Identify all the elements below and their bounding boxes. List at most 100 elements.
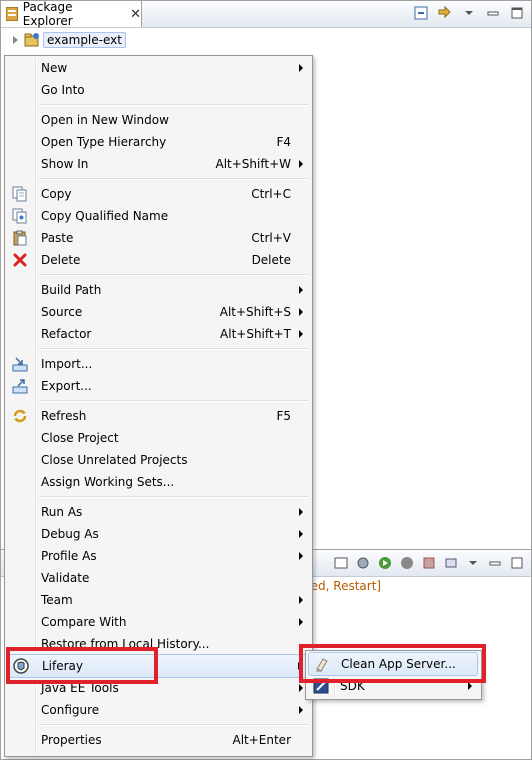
menu-item-paste[interactable]: Paste Ctrl+V xyxy=(7,227,309,249)
menu-item-shortcut: Ctrl+C xyxy=(251,187,291,201)
console-icon[interactable] xyxy=(333,555,349,571)
menu-item-source[interactable]: Source Alt+Shift+S xyxy=(7,301,309,323)
menu-separator xyxy=(39,724,309,726)
publish-icon[interactable] xyxy=(443,555,459,571)
submenu-arrow-icon xyxy=(299,618,303,626)
menu-item-label: Compare With xyxy=(41,615,127,629)
menu-item-label: Source xyxy=(41,305,83,319)
link-with-editor-icon[interactable] xyxy=(437,5,453,21)
menu-item-label: Properties xyxy=(41,733,102,747)
menu-item-copy[interactable]: Copy Ctrl+C xyxy=(7,183,309,205)
menu-item-label: Copy Qualified Name xyxy=(41,209,169,223)
menu-separator xyxy=(39,496,309,498)
console-maximize-icon[interactable] xyxy=(509,555,525,571)
view-title: Package Explorer xyxy=(22,0,73,28)
menu-item-label: Run As xyxy=(41,505,83,519)
menu-item-label: Paste xyxy=(41,231,74,245)
menu-item-label: Open in New Window xyxy=(41,113,169,127)
menu-item-shortcut: Delete xyxy=(251,253,291,267)
menu-item-validate[interactable]: Validate xyxy=(7,567,309,589)
menu-item-refactor[interactable]: Refactor Alt+Shift+T xyxy=(7,323,309,345)
menu-item-run-as[interactable]: Run As xyxy=(7,501,309,523)
submenu-arrow-icon xyxy=(299,286,303,294)
submenu-arrow-icon xyxy=(299,330,303,338)
menu-item-profile-as[interactable]: Profile As xyxy=(7,545,309,567)
profile-server-icon[interactable] xyxy=(399,555,415,571)
submenu-arrow-icon xyxy=(299,530,303,538)
console-toolbar xyxy=(333,555,525,571)
submenu-arrow-icon xyxy=(299,596,303,604)
menu-item-open-in-new-window[interactable]: Open in New Window xyxy=(7,109,309,131)
copy-qualified-icon xyxy=(12,208,27,224)
menu-separator xyxy=(39,274,309,276)
project-label[interactable]: example-ext xyxy=(43,32,126,48)
submenu-arrow-icon xyxy=(299,160,303,168)
submenu-arrow-icon xyxy=(299,684,303,692)
menu-item-label: Open Type Hierarchy xyxy=(41,135,167,149)
view-menu-icon[interactable] xyxy=(461,5,477,21)
menu-item-configure[interactable]: Configure xyxy=(7,699,309,721)
menu-item-label: Debug As xyxy=(41,527,99,541)
maximize-icon[interactable] xyxy=(509,5,525,21)
close-icon[interactable]: ✕ xyxy=(130,7,141,22)
menu-item-label: Show In xyxy=(41,157,89,171)
menu-item-assign-working-sets[interactable]: Assign Working Sets... xyxy=(7,471,309,493)
menu-item-properties[interactable]: Properties Alt+Enter xyxy=(7,729,309,751)
project-icon xyxy=(24,33,39,47)
menu-item-shortcut: Alt+Shift+T xyxy=(220,327,291,341)
minimize-icon[interactable] xyxy=(485,5,501,21)
import-icon xyxy=(12,357,28,372)
console-minimize-icon[interactable] xyxy=(487,555,503,571)
menu-item-export[interactable]: Export... xyxy=(7,375,309,397)
menu-item-open-type-hierarchy[interactable]: Open Type Hierarchy F4 xyxy=(7,131,309,153)
menu-item-label: Refactor xyxy=(41,327,92,341)
menu-separator xyxy=(39,178,309,180)
paste-icon xyxy=(13,230,27,246)
menu-item-label: Export... xyxy=(41,379,92,393)
menu-item-team[interactable]: Team xyxy=(7,589,309,611)
delete-icon xyxy=(13,253,27,267)
menu-item-delete[interactable]: Delete Delete xyxy=(7,249,309,271)
menu-item-build-path[interactable]: Build Path xyxy=(7,279,309,301)
menu-item-shortcut: Alt+Shift+S xyxy=(219,305,291,319)
menu-item-close-project[interactable]: Close Project xyxy=(7,427,309,449)
menu-item-debug-as[interactable]: Debug As xyxy=(7,523,309,545)
start-server-icon[interactable] xyxy=(377,555,393,571)
collapse-all-icon[interactable] xyxy=(413,5,429,21)
menu-item-show-in[interactable]: Show In Alt+Shift+W xyxy=(7,153,309,175)
submenu-arrow-icon xyxy=(299,552,303,560)
menu-item-refresh[interactable]: Refresh F5 xyxy=(7,405,309,427)
menu-separator xyxy=(39,104,309,106)
menu-item-import[interactable]: Import... xyxy=(7,353,309,375)
menu-item-label: New xyxy=(41,61,68,75)
menu-item-label: Close Unrelated Projects xyxy=(41,453,188,467)
expand-icon[interactable] xyxy=(13,36,18,44)
menu-separator xyxy=(39,348,309,350)
menu-item-shortcut: Alt+Shift+W xyxy=(215,157,292,171)
menu-item-label: Build Path xyxy=(41,283,102,297)
stop-server-icon[interactable] xyxy=(421,555,437,571)
menu-item-close-unrelated-projects[interactable]: Close Unrelated Projects xyxy=(7,449,309,471)
console-view-menu-icon[interactable] xyxy=(465,555,481,571)
project-tree-item[interactable]: example-ext xyxy=(13,31,126,49)
menu-item-copy-qualified-name[interactable]: Copy Qualified Name xyxy=(7,205,309,227)
package-explorer-icon xyxy=(6,7,18,21)
menu-item-label: Go Into xyxy=(41,83,85,97)
export-icon xyxy=(12,379,28,394)
submenu-arrow-icon xyxy=(299,64,303,72)
menu-item-label: Refresh xyxy=(41,409,87,423)
package-explorer-tab[interactable]: Package Explorer ✕ xyxy=(1,0,142,28)
submenu-arrow-icon xyxy=(299,508,303,516)
menu-item-new[interactable]: New xyxy=(7,57,309,79)
view-toolbar xyxy=(413,5,525,21)
menu-item-label: Team xyxy=(41,593,73,607)
menu-item-label: Delete xyxy=(41,253,81,267)
debug-server-icon[interactable] xyxy=(355,555,371,571)
refresh-icon xyxy=(13,409,27,423)
menu-item-go-into[interactable]: Go Into xyxy=(7,79,309,101)
menu-item-compare-with[interactable]: Compare With xyxy=(7,611,309,633)
highlight-box-clean-app-server xyxy=(299,644,486,683)
menu-item-shortcut: F4 xyxy=(276,135,291,149)
menu-separator xyxy=(39,400,309,402)
submenu-arrow-icon xyxy=(299,706,303,714)
